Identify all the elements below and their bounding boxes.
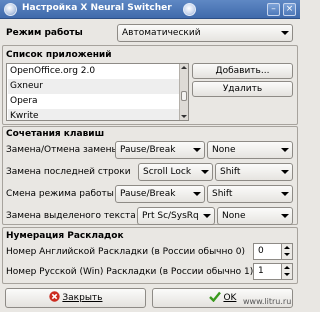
app-icon[interactable] [4, 3, 17, 16]
english-layout-label: Номер Английской Раскладки (в России обы… [6, 247, 245, 257]
close-button[interactable]: Закрыть [5, 288, 146, 308]
english-layout-spinner[interactable]: 0 [253, 243, 293, 260]
spinner-buttons[interactable] [281, 244, 292, 259]
hotkey-modifier-select[interactable]: None [217, 207, 293, 225]
add-app-button[interactable]: Добавить... [192, 63, 293, 79]
hotkey-key-value: Prt Sc/SysRq [142, 211, 199, 221]
hotkeys-label: Сочетания клавиш [6, 129, 105, 139]
layouts-label: Нумерация Раскладок [6, 231, 124, 241]
hotkey-key-value: Pause/Break [120, 189, 176, 199]
spin-up-icon[interactable] [284, 266, 290, 269]
scroll-down-icon[interactable] [181, 115, 187, 118]
shade-icon[interactable] [183, 3, 196, 16]
list-item[interactable]: Opera [8, 94, 179, 109]
list-item[interactable]: Gxneur [8, 79, 179, 94]
hotkey-key-select[interactable]: Pause/Break [115, 185, 205, 203]
hotkey-key-select[interactable]: Prt Sc/SysRq [137, 207, 215, 225]
chevron-down-icon [281, 148, 289, 152]
remove-app-button[interactable]: Удалить [192, 81, 293, 97]
ok-button-label: OK [223, 293, 237, 303]
hotkey-label-mode: Смена режима работы [6, 189, 114, 199]
mode-select[interactable]: Автоматический [117, 24, 293, 42]
chevron-down-icon [281, 192, 289, 196]
english-layout-value: 0 [258, 246, 264, 256]
chevron-down-icon [193, 192, 201, 196]
list-item[interactable]: OpenOffice.org 2.0 [8, 64, 179, 79]
mode-label: Режим работы [6, 28, 83, 38]
hotkey-modifier-select[interactable]: None [207, 141, 293, 159]
mode-value: Автоматический [122, 28, 201, 38]
hotkey-modifier-value: None [222, 211, 246, 221]
apps-label: Список приложений [6, 50, 112, 60]
checkmark-icon [208, 291, 221, 303]
spin-down-icon[interactable] [284, 273, 290, 276]
title-bar: Настройка X Neural Switcher – × [0, 0, 300, 19]
close-x-icon [48, 291, 60, 302]
chevron-down-icon [203, 214, 211, 218]
hotkey-modifier-value: Shift [220, 167, 241, 177]
russian-layout-label: Номер Русской (Win) Раскладки (в России … [6, 267, 254, 277]
spinner-buttons[interactable] [281, 264, 292, 279]
hotkey-modifier-value: Shift [212, 189, 233, 199]
hotkey-modifier-select[interactable]: Shift [215, 163, 293, 181]
hotkey-key-select[interactable]: Scroll Lock [138, 163, 213, 181]
list-item[interactable]: Kwrite [8, 109, 179, 120]
close-icon[interactable]: × [283, 3, 296, 16]
hotkey-label-replace: Замена/Отмена замены [6, 145, 119, 155]
chevron-down-icon [281, 214, 289, 218]
hotkey-key-select[interactable]: Pause/Break [115, 141, 205, 159]
hotkey-modifier-value: None [212, 145, 236, 155]
watermark: www.litru.ru [243, 297, 292, 306]
chevron-down-icon [281, 170, 289, 174]
minimize-icon[interactable]: – [267, 3, 280, 16]
hotkey-key-value: Pause/Break [120, 145, 176, 155]
russian-layout-value: 1 [258, 266, 264, 276]
hotkey-label-selection: Замена выделеного текста [6, 211, 136, 221]
scroll-thumb[interactable] [181, 91, 187, 101]
chevron-down-icon [281, 31, 289, 35]
spin-up-icon[interactable] [284, 246, 290, 249]
close-button-label: Закрыть [62, 293, 103, 303]
chevron-down-icon [201, 170, 209, 174]
spin-down-icon[interactable] [284, 253, 290, 256]
window-title: Настройка X Neural Switcher [22, 3, 172, 13]
apps-list[interactable]: OpenOffice.org 2.0 Gxneur Opera Kwrite [6, 63, 189, 121]
apps-scrollbar[interactable] [179, 64, 188, 120]
hotkey-modifier-select[interactable]: Shift [207, 185, 293, 203]
hotkey-label-last-line: Замена последней строки [6, 167, 131, 177]
hotkey-key-value: Scroll Lock [143, 167, 192, 177]
scroll-up-icon[interactable] [181, 66, 187, 69]
chevron-down-icon [193, 148, 201, 152]
russian-layout-spinner[interactable]: 1 [253, 263, 293, 280]
